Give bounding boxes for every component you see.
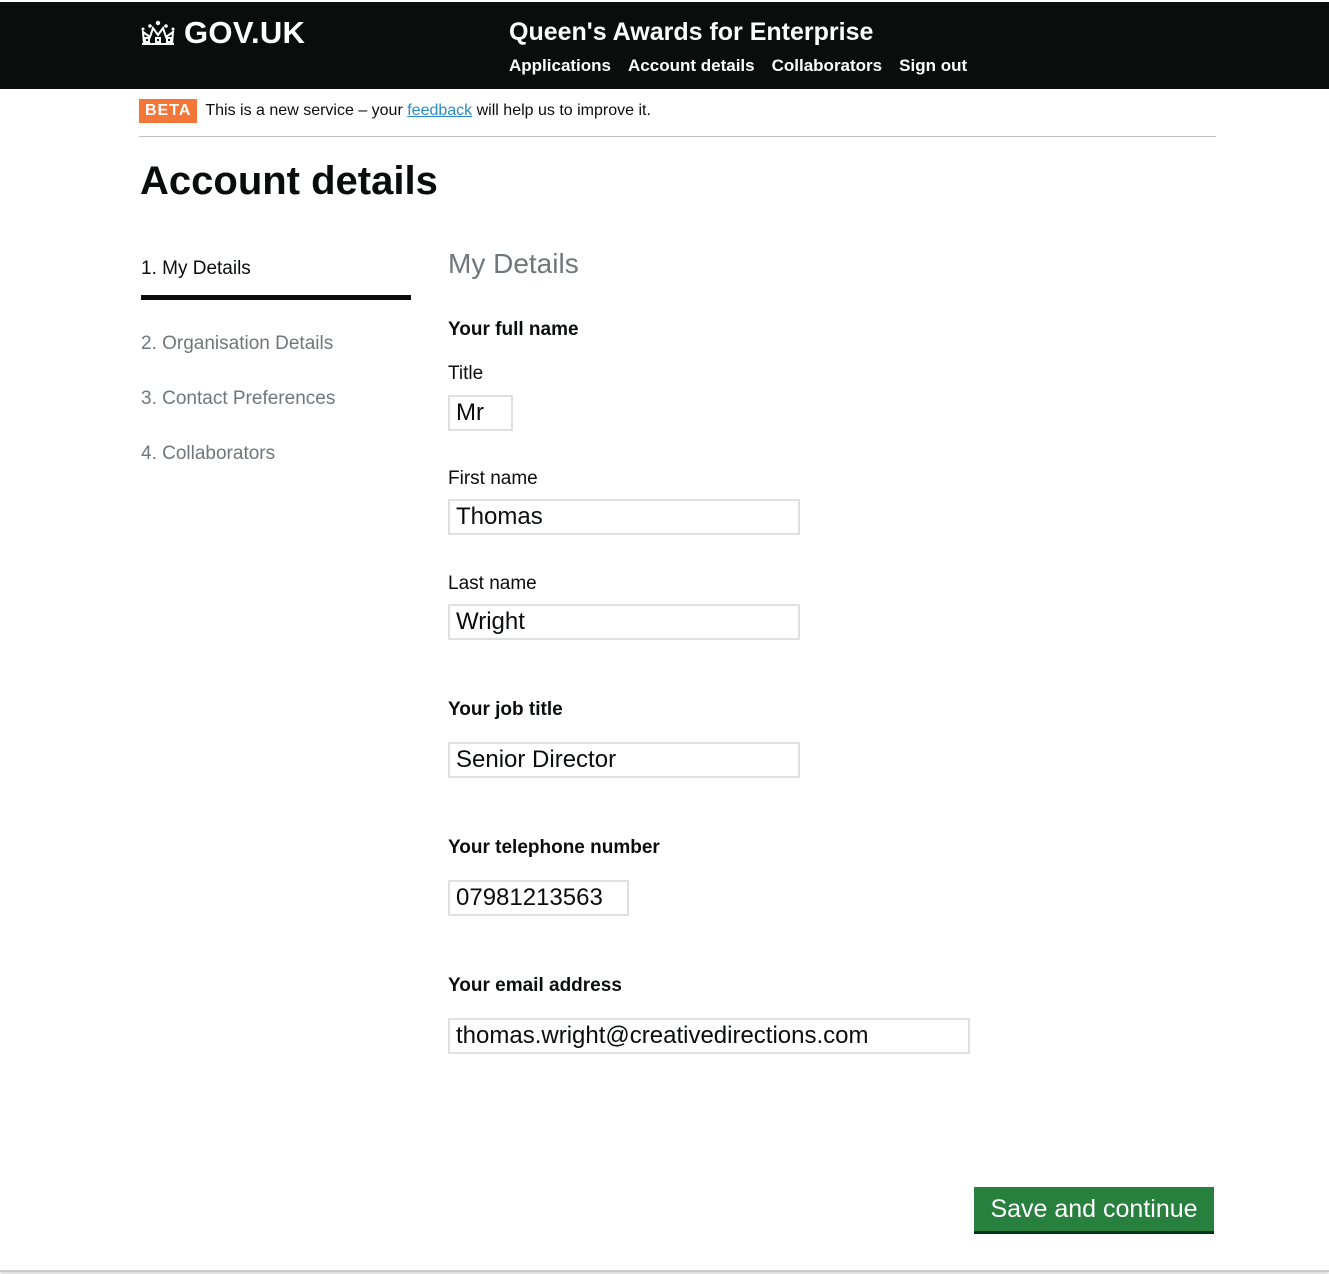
header-nav: Applications Account details Collaborato… [509, 55, 967, 77]
step-organisation-details[interactable]: 2. Organisation Details [141, 330, 411, 358]
last-name-input[interactable] [448, 604, 800, 640]
job-title-input[interactable] [448, 742, 800, 778]
email-input[interactable] [448, 1018, 970, 1054]
email-label: Your email address [448, 975, 622, 996]
beta-message: This is a new service – your feedback wi… [205, 99, 651, 123]
beta-text-after: will help us to improve it. [476, 102, 651, 119]
first-name-label: First name [448, 468, 538, 489]
nav-account-details[interactable]: Account details [628, 55, 755, 77]
service-name[interactable]: Queen's Awards for Enterprise [509, 17, 873, 47]
step-navigation: 1. My Details 2. Organisation Details 3.… [141, 255, 411, 468]
nav-sign-out[interactable]: Sign out [899, 55, 967, 77]
step-my-details[interactable]: 1. My Details [141, 255, 411, 300]
beta-tag: BETA [139, 99, 198, 123]
page-title: Account details [140, 159, 438, 203]
feedback-link[interactable]: feedback [407, 102, 472, 119]
site-header: GOV.UK Queen's Awards for Enterprise App… [0, 2, 1329, 89]
crown-icon [141, 20, 175, 45]
step-contact-preferences[interactable]: 3. Contact Preferences [141, 385, 411, 413]
section-heading: My Details [448, 248, 579, 279]
nav-collaborators[interactable]: Collaborators [772, 55, 883, 77]
beta-banner: BETA This is a new service – your feedba… [139, 99, 1216, 137]
telephone-input[interactable] [448, 880, 629, 916]
job-title-label: Your job title [448, 699, 563, 720]
govuk-logo-link[interactable]: GOV.UK [139, 16, 305, 50]
telephone-label: Your telephone number [448, 837, 660, 858]
first-name-input[interactable] [448, 499, 800, 535]
last-name-label: Last name [448, 573, 537, 594]
logo-text: GOV.UK [184, 15, 306, 50]
title-label: Title [448, 363, 484, 384]
save-and-continue-button[interactable]: Save and continue [974, 1187, 1214, 1231]
full-name-legend: Your full name [448, 319, 579, 340]
title-input[interactable] [448, 395, 513, 431]
step-collaborators[interactable]: 4. Collaborators [141, 440, 411, 468]
beta-text-before: This is a new service – your [205, 102, 403, 119]
my-details-form: My Details Your full name Title First na… [448, 245, 1228, 1054]
nav-applications[interactable]: Applications [509, 55, 611, 77]
